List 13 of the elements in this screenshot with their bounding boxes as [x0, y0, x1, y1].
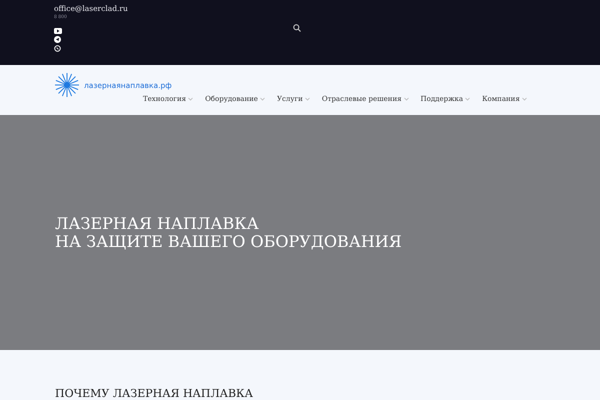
search-icon[interactable]: [293, 24, 301, 32]
caret-icon: [188, 97, 194, 101]
caret-icon: [465, 97, 470, 101]
caret-icon: [404, 97, 409, 101]
caret-icon: [260, 97, 265, 101]
starburst-logo-icon[interactable]: [54, 72, 80, 98]
paper-plane-icon[interactable]: [54, 36, 61, 43]
hero-heading: НА ЗАЩИТЕ ВАШЕГО ОБОРУДОВАНИЯ: [55, 232, 403, 250]
hero-heading: ЛАЗЕРНАЯ НАПЛАВКА: [55, 214, 260, 232]
play-icon[interactable]: [54, 28, 62, 34]
caret-icon: [522, 97, 527, 101]
caret-icon: [304, 97, 310, 101]
section-heading: ПОЧЕМУ ЛАЗЕРНАЯ НАПЛАВКА: [55, 388, 253, 400]
